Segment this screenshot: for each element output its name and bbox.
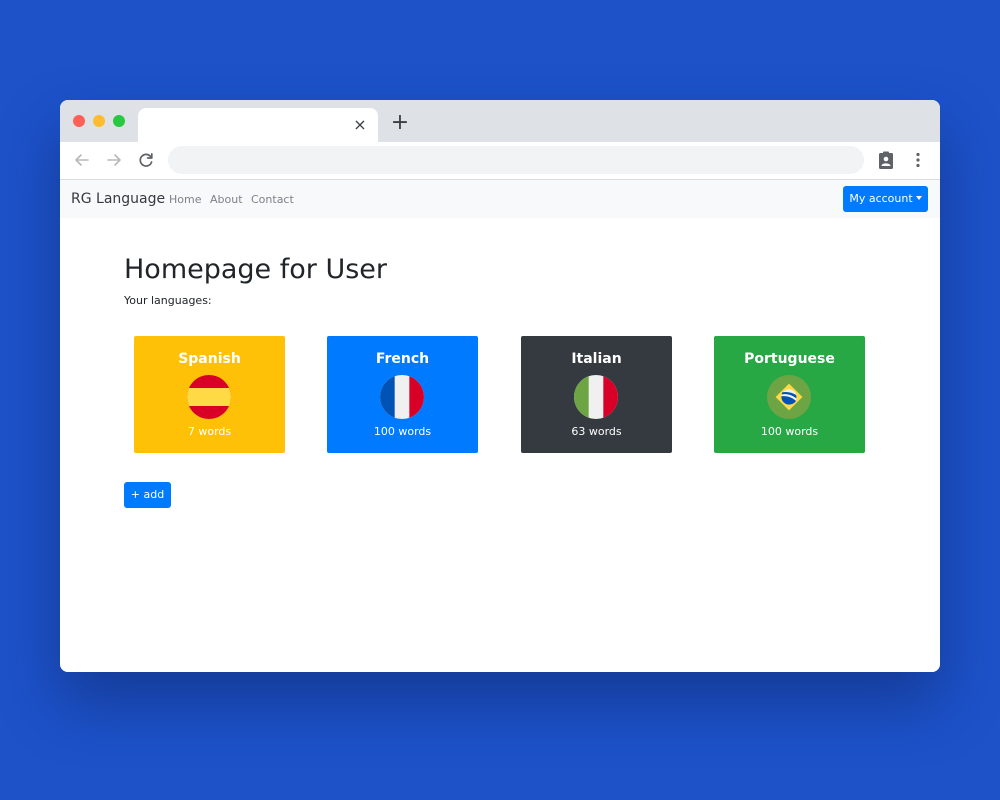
- language-card-french[interactable]: French 100 words: [327, 336, 478, 453]
- address-bar[interactable]: [168, 146, 864, 174]
- nav-link-home[interactable]: Home: [169, 193, 201, 206]
- tab-close-icon[interactable]: ×: [352, 117, 368, 133]
- clipboard-person-icon[interactable]: [876, 150, 896, 170]
- word-count: 7 words: [187, 425, 232, 438]
- tab-strip: × +: [60, 100, 940, 142]
- language-card-portuguese[interactable]: Portuguese 100 words: [714, 336, 865, 453]
- france-flag-icon: [380, 375, 424, 419]
- word-count: 100 words: [373, 425, 432, 438]
- kebab-menu-icon[interactable]: [908, 150, 928, 170]
- spain-flag-icon: [187, 375, 231, 419]
- language-name: French: [375, 351, 430, 367]
- caret-down-icon: [915, 196, 922, 200]
- word-count: 100 words: [760, 425, 819, 438]
- browser-tab[interactable]: ×: [138, 108, 378, 142]
- language-card-spanish[interactable]: Spanish 7 words: [134, 336, 285, 453]
- my-account-label: My account: [849, 192, 913, 205]
- site-navbar: RG Language Home About Contact My accoun…: [60, 180, 940, 218]
- add-language-button[interactable]: + add: [124, 482, 171, 508]
- arrow-right-icon[interactable]: [104, 150, 124, 170]
- nav-link-about[interactable]: About: [210, 193, 243, 206]
- language-card-italian[interactable]: Italian 63 words: [521, 336, 672, 453]
- arrow-left-icon[interactable]: [72, 150, 92, 170]
- language-name: Italian: [571, 351, 622, 367]
- browser-toolbar: [60, 142, 940, 180]
- minimize-window-dot[interactable]: [93, 115, 105, 127]
- browser-window: × + RG Language Home About Contact My ac…: [60, 100, 940, 672]
- word-count: 63 words: [571, 425, 622, 438]
- language-name: Portuguese: [744, 351, 835, 367]
- maximize-window-dot[interactable]: [113, 115, 125, 127]
- my-account-dropdown[interactable]: My account: [843, 186, 928, 212]
- new-tab-icon[interactable]: +: [390, 112, 410, 134]
- page-title: Homepage for User: [124, 254, 387, 285]
- site-brand[interactable]: RG Language: [71, 191, 165, 207]
- reload-icon[interactable]: [136, 150, 156, 170]
- brazil-flag-icon: [767, 375, 811, 419]
- language-name: Spanish: [178, 351, 241, 367]
- web-page: RG Language Home About Contact My accoun…: [60, 180, 940, 672]
- nav-link-contact[interactable]: Contact: [251, 193, 294, 206]
- italy-flag-icon: [574, 375, 618, 419]
- close-window-dot[interactable]: [73, 115, 85, 127]
- page-subtitle: Your languages:: [124, 294, 212, 307]
